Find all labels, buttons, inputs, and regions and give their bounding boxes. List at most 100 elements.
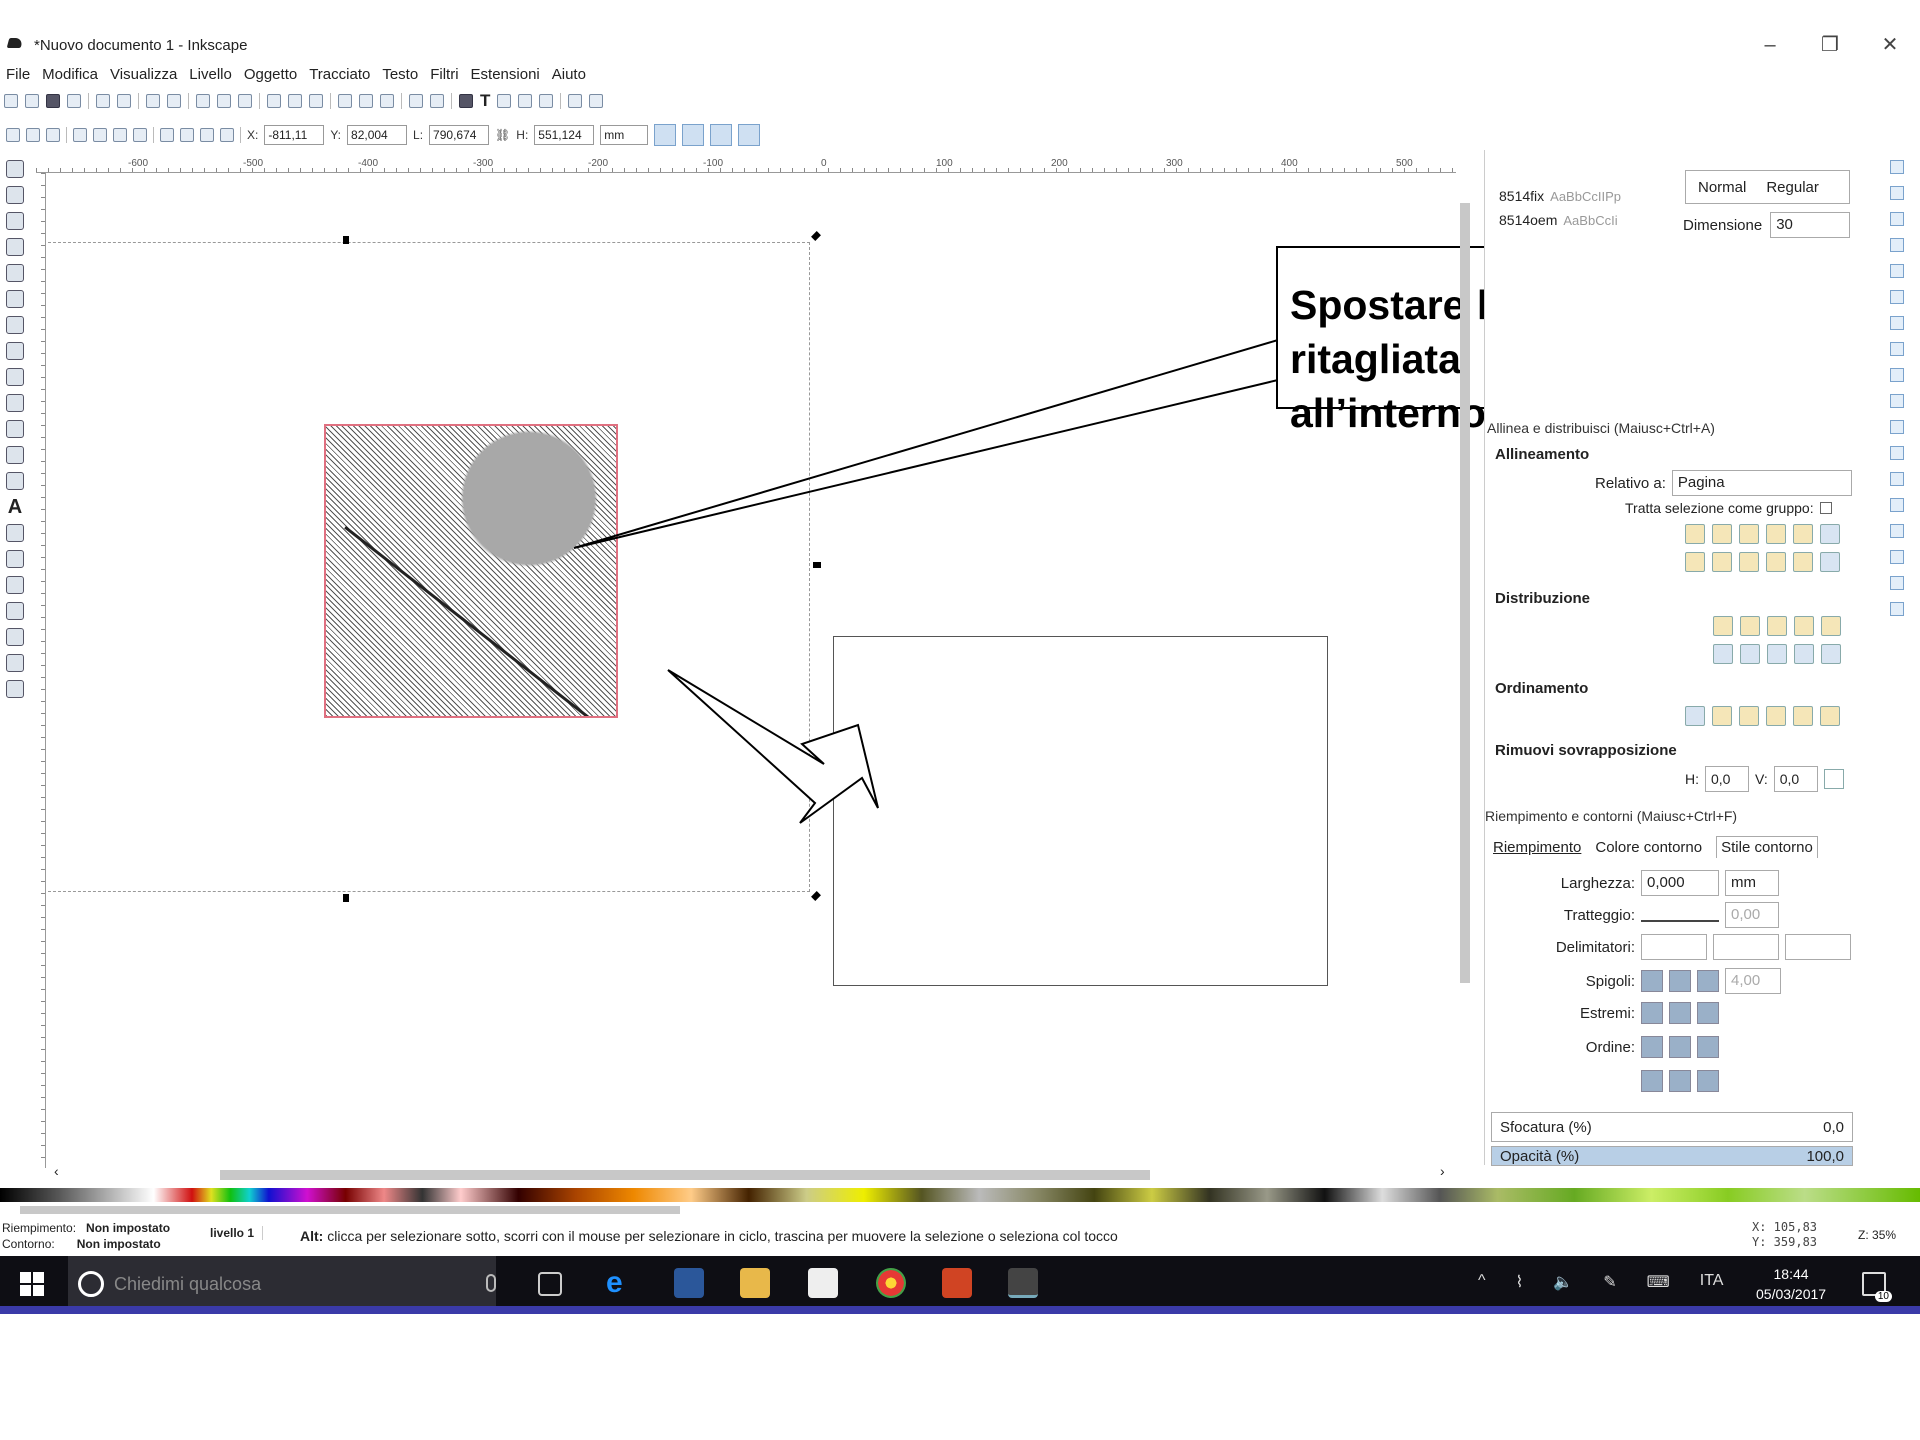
blur-slider[interactable]: Sfocatura (%) 0,0 xyxy=(1491,1112,1853,1142)
distribute-right-icon[interactable] xyxy=(1767,616,1787,636)
tab-stroke-color[interactable]: Colore contorno xyxy=(1595,839,1702,856)
spiral-tool-icon[interactable] xyxy=(6,394,24,412)
flip-vertical-icon[interactable] xyxy=(133,128,147,142)
bevel-join-icon[interactable] xyxy=(1697,970,1719,992)
select-all-icon[interactable] xyxy=(6,128,20,142)
scroll-thumb[interactable] xyxy=(1460,203,1470,983)
pen-tool-icon[interactable] xyxy=(6,446,24,464)
menu-oggetto[interactable]: Oggetto xyxy=(244,66,297,83)
snap-paths-icon[interactable] xyxy=(1890,342,1904,356)
tweak-tool-icon[interactable] xyxy=(6,212,24,230)
clone-icon[interactable] xyxy=(359,94,373,108)
distribute-text-icon[interactable] xyxy=(1821,644,1841,664)
lower-icon[interactable] xyxy=(200,128,214,142)
distribute-center-h-icon[interactable] xyxy=(1740,616,1760,636)
menu-testo[interactable]: Testo xyxy=(382,66,418,83)
unit-select[interactable]: mm xyxy=(600,125,649,145)
overlap-h-field[interactable]: 0,0 xyxy=(1705,766,1749,792)
store-icon[interactable] xyxy=(808,1268,838,1298)
scroll-left-icon[interactable]: ‹ xyxy=(54,1163,59,1179)
fill-stroke-icon[interactable] xyxy=(459,94,473,108)
cortana-search-box[interactable]: Chiedimi qualcosa xyxy=(68,1256,496,1312)
menu-livello[interactable]: Livello xyxy=(189,66,232,83)
scale-handle[interactable] xyxy=(811,231,821,241)
distribute-top-icon[interactable] xyxy=(1713,644,1733,664)
microphone-icon[interactable] xyxy=(486,1274,496,1292)
snap-nodes-icon[interactable] xyxy=(1890,316,1904,330)
distribute-gaps-v-icon[interactable] xyxy=(1794,644,1814,664)
relative-select[interactable]: Pagina xyxy=(1671,470,1852,496)
pencil-tool-icon[interactable] xyxy=(6,420,24,438)
connector-tool-icon[interactable] xyxy=(6,680,24,698)
move-gradients-toggle[interactable] xyxy=(710,124,733,146)
select-all-layers-icon[interactable] xyxy=(26,128,40,142)
center-vertical-icon[interactable] xyxy=(1739,524,1759,544)
task-view-icon[interactable] xyxy=(538,1272,562,1296)
cut-icon[interactable] xyxy=(217,94,231,108)
snap-rotation-centers-icon[interactable] xyxy=(1890,498,1904,512)
import-icon[interactable] xyxy=(96,94,110,108)
scale-handle[interactable] xyxy=(343,236,349,244)
dropper-tool-icon[interactable] xyxy=(6,654,24,672)
snap-bbox-midpoints-icon[interactable] xyxy=(1890,264,1904,278)
exchange-z-order-icon[interactable] xyxy=(1739,706,1759,726)
volume-icon[interactable]: 🔈 xyxy=(1553,1272,1573,1292)
style-regular[interactable]: Regular xyxy=(1766,179,1819,196)
zoom-field[interactable]: 35% xyxy=(1872,1228,1896,1242)
distribute-bottom-icon[interactable] xyxy=(1767,644,1787,664)
stroke-width-field[interactable]: 0,000 xyxy=(1641,870,1719,896)
dash-pattern-select[interactable] xyxy=(1641,908,1719,922)
align-left-icon[interactable] xyxy=(1712,524,1732,544)
snap-enable-icon[interactable] xyxy=(1890,160,1904,174)
horizontal-scrollbar[interactable]: ‹ › xyxy=(40,1163,1460,1181)
menu-tracciato[interactable]: Tracciato xyxy=(309,66,370,83)
width-field[interactable]: 790,674 xyxy=(429,125,490,145)
tab-stroke-style[interactable]: Stile contorno xyxy=(1716,836,1818,858)
copy-icon[interactable] xyxy=(196,94,210,108)
mesh-tool-icon[interactable] xyxy=(6,628,24,646)
selector-tool-icon[interactable] xyxy=(6,160,24,178)
remove-overlap-icon[interactable] xyxy=(1823,769,1844,789)
node-tool-icon[interactable] xyxy=(6,186,24,204)
mid-marker-select[interactable] xyxy=(1713,934,1779,960)
xml-editor-icon[interactable] xyxy=(497,94,512,108)
star-tool-icon[interactable] xyxy=(6,368,24,386)
fill-stroke-indicator[interactable]: Riempimento: Non impostato Contorno: Non i… xyxy=(2,1220,170,1252)
distribute-left-icon[interactable] xyxy=(1713,616,1733,636)
raise-icon[interactable] xyxy=(180,128,194,142)
font-list[interactable]: 8514fix AaBbCcIIPp 8514oem AaBbCcIi xyxy=(1485,150,1665,240)
snap-bbox-corners-icon[interactable] xyxy=(1890,238,1904,252)
randomize-icon[interactable] xyxy=(1793,706,1813,726)
order-fill-markers-stroke-icon[interactable] xyxy=(1697,1036,1719,1058)
redo-icon[interactable] xyxy=(167,94,181,108)
opacity-value[interactable]: 100,0 xyxy=(1806,1148,1844,1165)
align-bottom-icon[interactable] xyxy=(1766,552,1786,572)
tab-fill[interactable]: Riempimento xyxy=(1493,839,1581,856)
clock[interactable]: 18:44 05/03/2017 xyxy=(1756,1264,1826,1304)
menu-modifica[interactable]: Modifica xyxy=(42,66,98,83)
scale-handle[interactable] xyxy=(813,562,821,568)
flip-horizontal-icon[interactable] xyxy=(113,128,127,142)
align-right-anchor-icon[interactable] xyxy=(1685,524,1705,544)
unclump-icon[interactable] xyxy=(1820,706,1840,726)
font-style-list[interactable]: Normal Regular xyxy=(1685,170,1850,204)
scale-handle[interactable] xyxy=(811,891,821,901)
save-icon[interactable] xyxy=(46,94,60,108)
distribute-gaps-h-icon[interactable] xyxy=(1794,616,1814,636)
bucket-tool-icon[interactable] xyxy=(6,576,24,594)
notification-center-icon[interactable]: 10 xyxy=(1862,1272,1892,1302)
open-icon[interactable] xyxy=(25,94,39,108)
order-markers-stroke-fill-icon[interactable] xyxy=(1697,1070,1719,1092)
scale-handle[interactable] xyxy=(343,894,349,902)
miter-join-icon[interactable] xyxy=(1641,970,1663,992)
unlink-clone-icon[interactable] xyxy=(380,94,394,108)
miter-limit-field[interactable]: 4,00 xyxy=(1725,968,1781,994)
file-explorer-icon[interactable] xyxy=(740,1268,770,1298)
y-field[interactable]: 82,004 xyxy=(347,125,408,145)
move-patterns-toggle[interactable] xyxy=(738,124,761,146)
rotate-ccw-icon[interactable] xyxy=(73,128,87,142)
maximize-button[interactable]: ❐ xyxy=(1800,30,1860,60)
spray-tool-icon[interactable] xyxy=(6,524,24,542)
menu-file[interactable]: File xyxy=(6,66,30,83)
start-marker-select[interactable] xyxy=(1641,934,1707,960)
